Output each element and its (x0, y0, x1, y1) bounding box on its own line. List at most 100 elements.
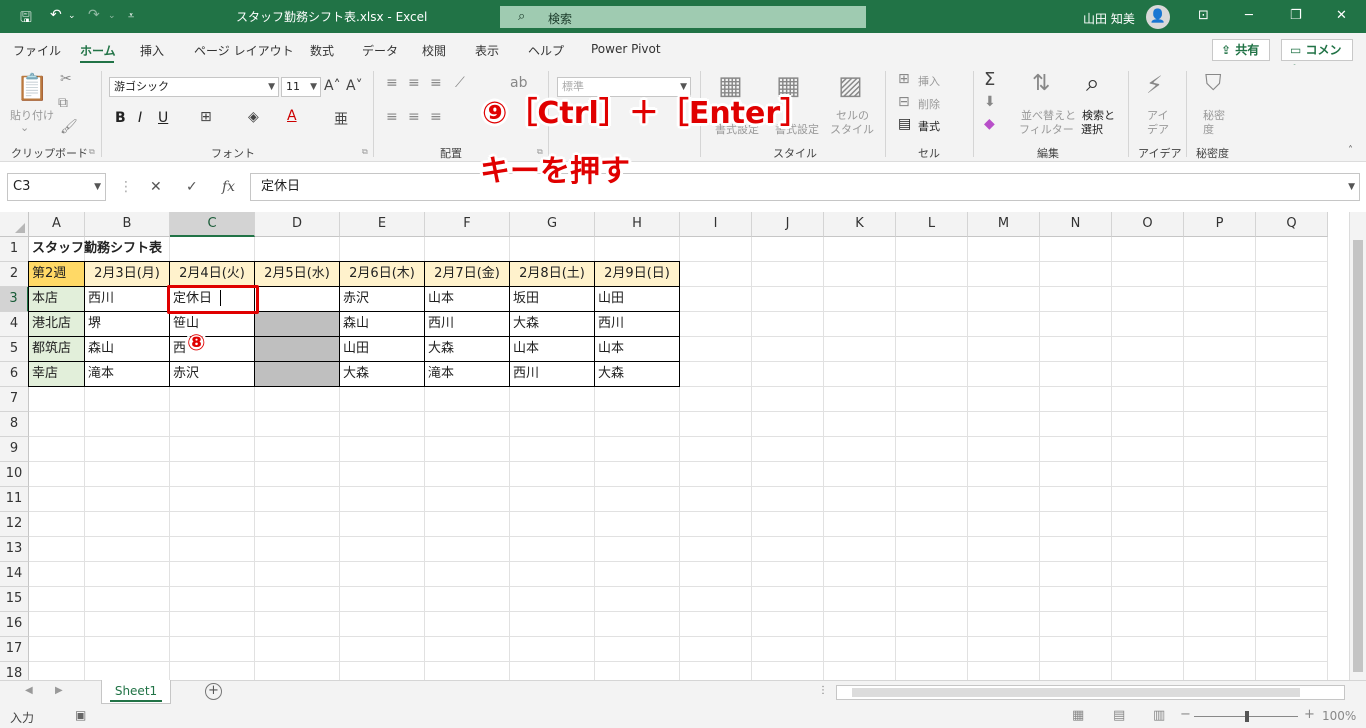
date-header-cell[interactable]: 2月7日(金) (425, 262, 509, 286)
row-header-8[interactable]: 8 (0, 412, 29, 437)
store-name-cell[interactable]: 本店 (29, 287, 84, 311)
italic-icon[interactable]: I (138, 110, 142, 126)
cut-icon[interactable]: ✂ (60, 71, 72, 87)
row-header-5[interactable]: 5 (0, 337, 29, 362)
store-name-cell[interactable]: 都筑店 (29, 337, 84, 361)
shift-cell[interactable]: 森山 (85, 337, 169, 361)
column-header-d[interactable]: D (255, 212, 340, 237)
expand-formula-icon[interactable]: ▼ (1348, 174, 1355, 200)
fill-icon[interactable]: ⬇ (984, 94, 996, 110)
shift-cell[interactable]: 森山 (340, 312, 424, 336)
column-header-j[interactable]: J (752, 212, 824, 237)
worksheet-grid[interactable]: ABCDEFGHIJKLMNOPQ 1 2 3 4 5 6 7 8 9 10 11 12 13 14 15 1… (0, 212, 1366, 680)
vertical-scrollbar[interactable] (1349, 212, 1366, 680)
sheet-tab-sheet1[interactable]: Sheet1 (101, 680, 171, 704)
delete-cells-icon[interactable]: ⊟ (898, 94, 910, 110)
avatar[interactable]: 👤 (1146, 5, 1170, 29)
row-header-16[interactable]: 16 (0, 612, 29, 637)
vertical-scroll-thumb[interactable] (1353, 240, 1363, 672)
customize-qat-icon[interactable]: ⩡ (128, 9, 134, 23)
align-middle-icon[interactable]: ≡ (408, 75, 420, 91)
row-header-13[interactable]: 13 (0, 537, 29, 562)
shift-cell[interactable]: 大森 (510, 312, 594, 336)
date-header-cell[interactable]: 2月5日(水) (255, 262, 339, 286)
tab-file[interactable]: ファイル (13, 42, 61, 59)
column-header-g[interactable]: G (510, 212, 595, 237)
format-painter-icon[interactable]: 🖌 (60, 119, 78, 135)
row-header-12[interactable]: 12 (0, 512, 29, 537)
page-layout-view-icon[interactable]: ▤ (1113, 708, 1125, 723)
shift-cell[interactable] (255, 337, 339, 361)
shift-cell[interactable]: 西川 (595, 312, 679, 336)
shift-cell[interactable]: 滝本 (85, 362, 169, 386)
shift-cell[interactable]: 西 (170, 337, 254, 361)
enter-icon[interactable]: ✓ (186, 179, 198, 195)
minimize-icon[interactable]: ─ (1245, 8, 1253, 23)
shift-cell[interactable]: 大森 (595, 362, 679, 386)
align-top-icon[interactable]: ≡ (386, 75, 398, 91)
column-header-f[interactable]: F (425, 212, 510, 237)
row-header-1[interactable]: 1 (0, 237, 29, 262)
cell-styles-icon[interactable]: ▨ (838, 71, 863, 101)
tab-view[interactable]: 表示 (475, 42, 499, 59)
shift-cell[interactable]: 滝本 (425, 362, 509, 386)
cancel-icon[interactable]: ✕ (150, 179, 162, 195)
shift-cell[interactable]: 山田 (340, 337, 424, 361)
tab-help[interactable]: ヘルプ (528, 42, 564, 59)
horizontal-scroll-thumb[interactable] (852, 688, 1300, 697)
row-header-4[interactable]: 4 (0, 312, 29, 337)
undo-icon[interactable]: ↶ (50, 7, 62, 23)
column-header-a[interactable]: A (29, 212, 85, 237)
shift-cell[interactable] (255, 362, 339, 386)
shift-cell[interactable]: 西川 (85, 287, 169, 311)
shift-cell[interactable]: 大森 (340, 362, 424, 386)
column-header-b[interactable]: B (85, 212, 170, 237)
shift-cell[interactable]: 赤沢 (170, 362, 254, 386)
store-name-cell[interactable]: 港北店 (29, 312, 84, 336)
shift-cell[interactable]: 堺 (85, 312, 169, 336)
share-button[interactable]: ⇪ 共有 (1212, 39, 1270, 61)
column-header-q[interactable]: Q (1256, 212, 1328, 237)
increase-font-icon[interactable]: A˄ (324, 78, 341, 94)
comment-button[interactable]: ▭ コメント (1281, 39, 1353, 77)
sheet-title-cell[interactable]: スタッフ勤務シフト表 (29, 237, 254, 261)
format-cells-icon[interactable]: ▤ (898, 116, 911, 132)
clear-icon[interactable]: ◆ (984, 116, 995, 132)
decrease-font-icon[interactable]: A˅ (346, 78, 363, 94)
copy-icon[interactable]: ⧉ (58, 95, 68, 111)
date-header-cell[interactable]: 2月6日(木) (340, 262, 424, 286)
sort-filter-icon[interactable]: ⇅ (1032, 71, 1050, 96)
row-header-10[interactable]: 10 (0, 462, 29, 487)
paste-dropdown-icon[interactable]: ⌄ (20, 121, 29, 134)
row-header-11[interactable]: 11 (0, 487, 29, 512)
shift-cell[interactable]: 西川 (425, 312, 509, 336)
shift-cell[interactable]: 山本 (425, 287, 509, 311)
font-launcher-icon[interactable]: ⧉ (362, 147, 368, 157)
date-header-cell[interactable]: 2月9日(日) (595, 262, 679, 286)
tab-page-layout[interactable]: ページ レイアウト (194, 42, 294, 59)
sensitivity-icon[interactable]: ⛉ (1205, 71, 1222, 96)
redo-icon[interactable]: ↷ (88, 7, 100, 23)
formula-input[interactable]: 定休日 ▼ (250, 173, 1360, 201)
row-header-9[interactable]: 9 (0, 437, 29, 462)
column-header-m[interactable]: M (968, 212, 1040, 237)
shift-cell[interactable]: 坂田 (510, 287, 594, 311)
date-header-cell[interactable]: 2月3日(月) (85, 262, 169, 286)
column-header-i[interactable]: I (680, 212, 752, 237)
tab-review[interactable]: 校閲 (422, 42, 446, 59)
column-header-l[interactable]: L (896, 212, 968, 237)
shift-cell[interactable]: 赤沢 (340, 287, 424, 311)
name-box[interactable]: C3 ▼ (7, 173, 106, 201)
shift-cell[interactable] (255, 312, 339, 336)
clipboard-launcher-icon[interactable]: ⧉ (89, 147, 95, 157)
store-name-cell[interactable]: 幸店 (29, 362, 84, 386)
align-right-icon[interactable]: ≡ (430, 109, 442, 125)
row-header-14[interactable]: 14 (0, 562, 29, 587)
column-header-e[interactable]: E (340, 212, 425, 237)
page-break-view-icon[interactable]: ▥ (1153, 708, 1165, 723)
phonetic-icon[interactable]: 亜 (334, 109, 348, 129)
insert-cells-icon[interactable]: ⊞ (898, 71, 910, 87)
column-header-n[interactable]: N (1040, 212, 1112, 237)
zoom-slider-thumb[interactable] (1245, 711, 1249, 722)
row-header-7[interactable]: 7 (0, 387, 29, 412)
